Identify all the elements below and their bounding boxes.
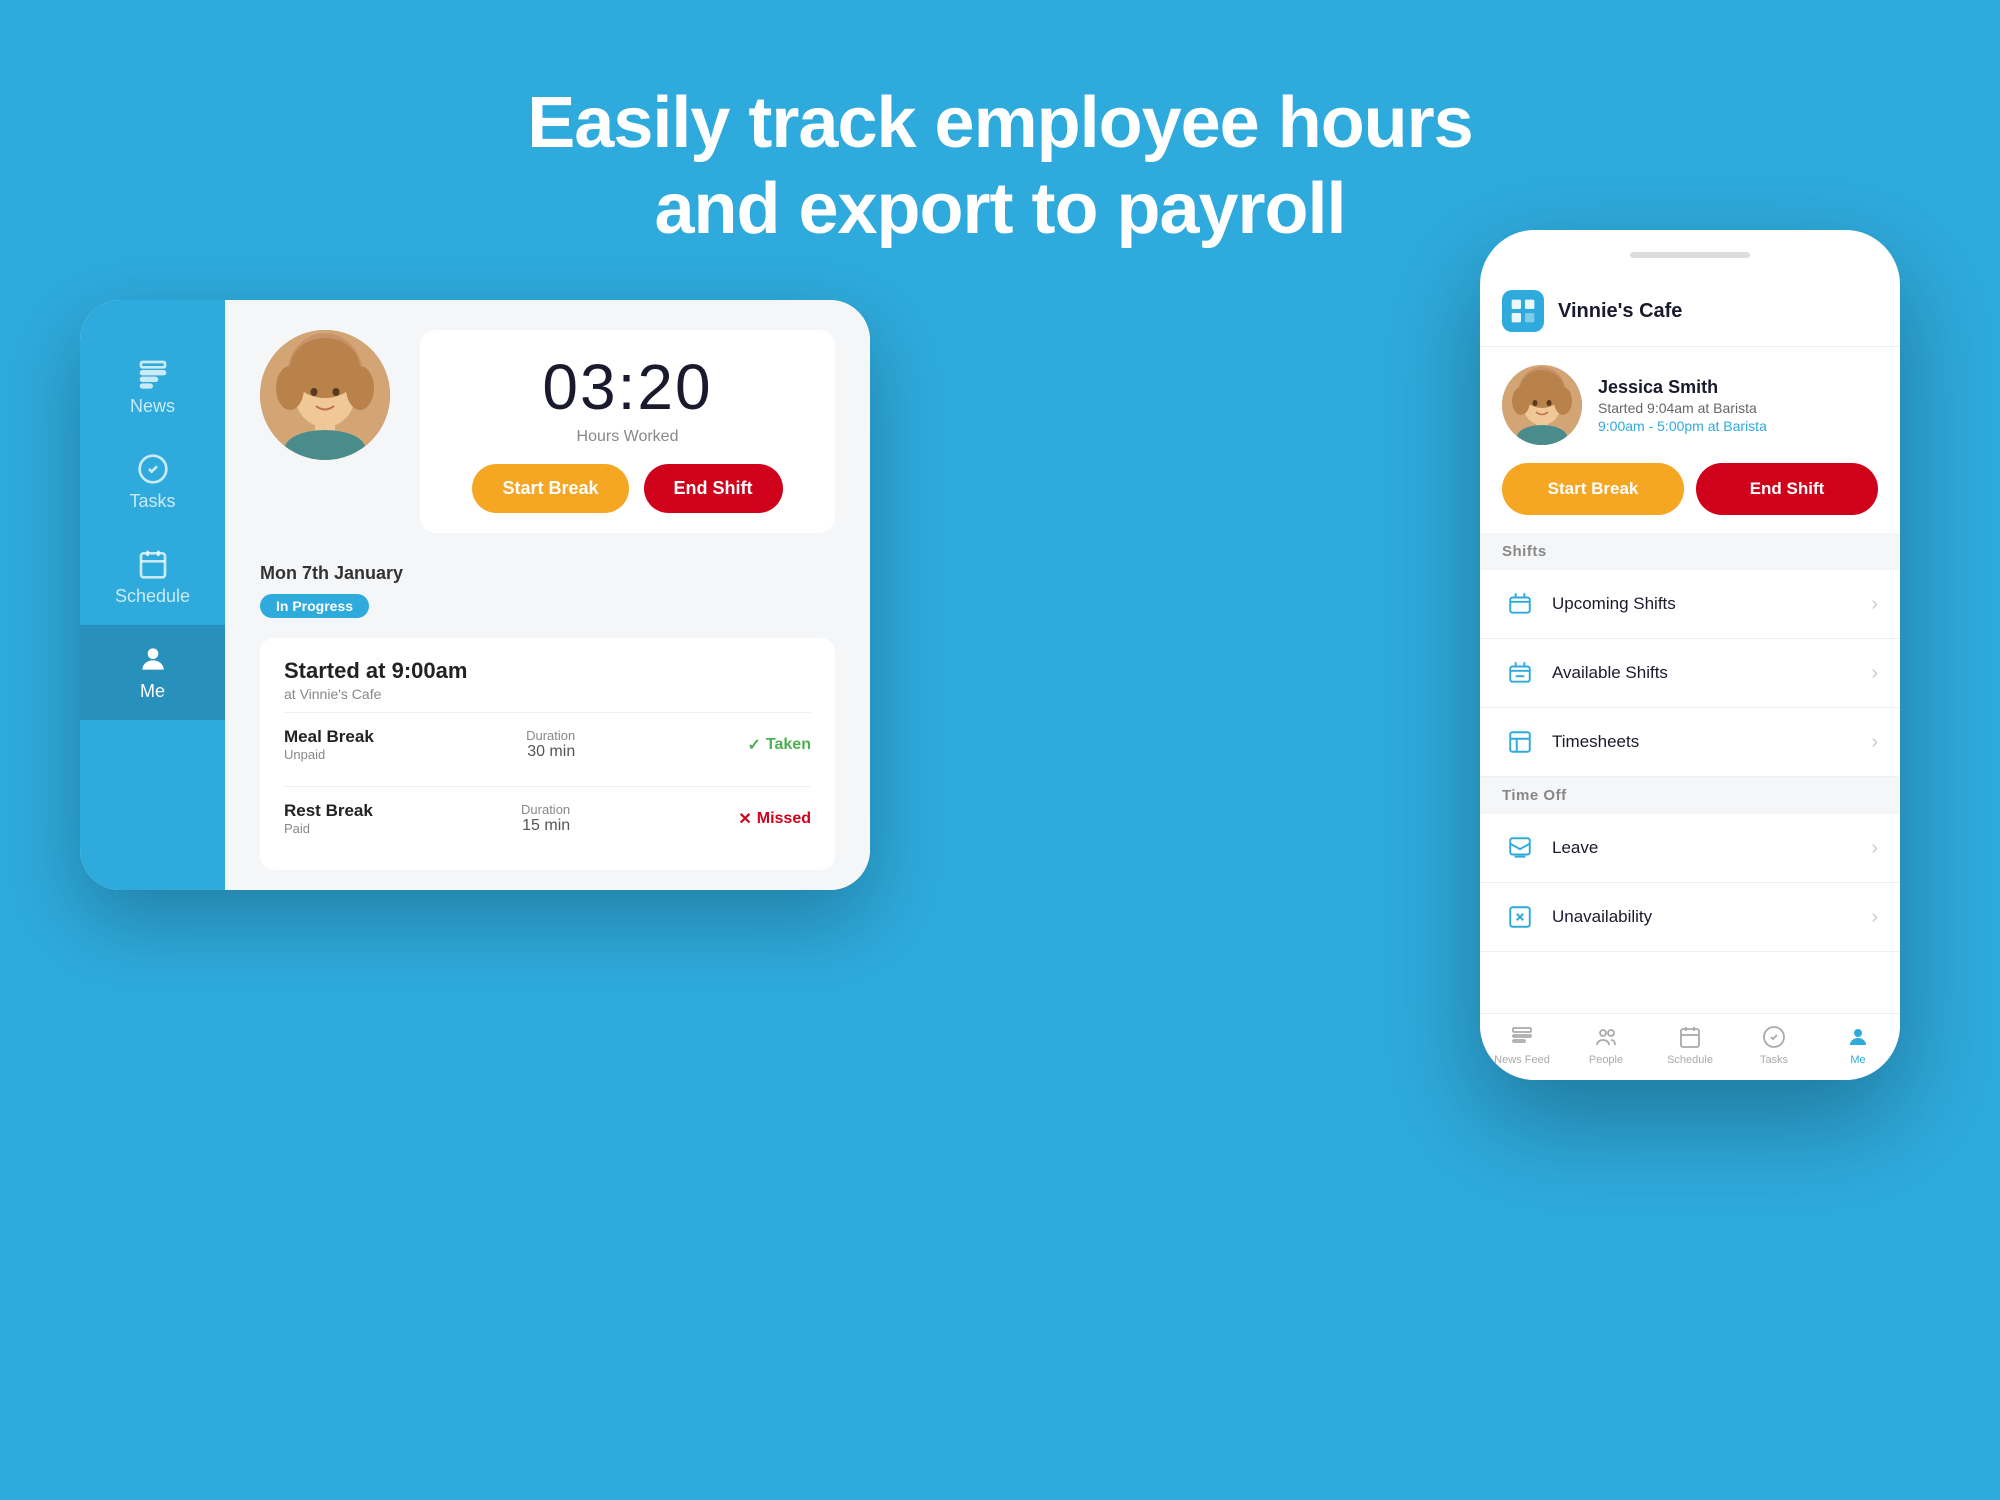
unavailability-icon — [1502, 899, 1538, 935]
leave-icon — [1502, 830, 1538, 866]
tasks-icon — [137, 453, 169, 485]
sidebar-item-tasks-label: Tasks — [129, 491, 175, 512]
tablet-sidebar: News Tasks Schedule Me — [80, 300, 225, 890]
logo-icon — [1509, 297, 1537, 325]
phone-menu-item-timesheets[interactable]: Timesheets › — [1480, 708, 1900, 777]
avatar-illustration — [260, 330, 390, 460]
nav-people-label: People — [1589, 1054, 1623, 1066]
upcoming-shifts-icon — [1502, 586, 1538, 622]
meal-break-duration-label: Duration — [526, 728, 575, 743]
meal-break-row: Meal Break Unpaid Duration 30 min ✓ Take… — [284, 712, 811, 776]
news-icon — [137, 358, 169, 390]
upcoming-shifts-chevron: › — [1871, 593, 1878, 616]
phone-start-break-button[interactable]: Start Break — [1502, 463, 1684, 515]
phone-avatar-illustration — [1502, 365, 1582, 445]
cafe-name: Vinnie's Cafe — [1558, 300, 1682, 323]
hours-card: 03:20 Hours Worked Start Break End Shift — [420, 330, 835, 533]
phone-user-info: Jessica Smith Started 9:04am at Barista … — [1598, 377, 1878, 434]
avatar — [260, 330, 390, 460]
news-feed-nav-icon — [1509, 1024, 1535, 1050]
leave-chevron: › — [1871, 837, 1878, 860]
headline: Easily track employee hours and export t… — [0, 0, 2000, 253]
timesheets-chevron: › — [1871, 731, 1878, 754]
meal-break-type: Unpaid — [284, 747, 374, 762]
phone-bottom-nav: News Feed People — [1480, 1013, 1900, 1080]
me-icon — [137, 643, 169, 675]
me-nav-icon — [1845, 1024, 1871, 1050]
end-shift-button[interactable]: End Shift — [644, 464, 783, 513]
unavailability-chevron: › — [1871, 906, 1878, 929]
nav-item-me[interactable]: Me — [1816, 1024, 1900, 1066]
meal-break-name: Meal Break — [284, 727, 374, 747]
people-nav-icon — [1593, 1024, 1619, 1050]
sidebar-item-me-label: Me — [140, 681, 165, 702]
timesheets-label: Timesheets — [1552, 732, 1857, 752]
leave-label: Leave — [1552, 838, 1857, 858]
rest-break-duration-value: 15 min — [521, 817, 570, 835]
available-shifts-label: Available Shifts — [1552, 663, 1857, 683]
phone-header: Vinnie's Cafe — [1480, 280, 1900, 347]
shift-info-card: Started at 9:00am at Vinnie's Cafe Meal … — [260, 638, 835, 870]
nav-tasks-label: Tasks — [1760, 1054, 1788, 1066]
phone-device: Vinnie's Cafe Jessica Smith Started 9:04… — [1480, 230, 1900, 1080]
timesheets-icon — [1502, 724, 1538, 760]
upcoming-shifts-label: Upcoming Shifts — [1552, 594, 1857, 614]
phone-menu-item-leave[interactable]: Leave › — [1480, 814, 1900, 883]
nav-me-label: Me — [1850, 1054, 1865, 1066]
time-off-section-header: Time Off — [1480, 777, 1900, 814]
sidebar-item-news[interactable]: News — [80, 340, 225, 435]
location: at Vinnie's Cafe — [284, 686, 811, 702]
rest-break-name: Rest Break — [284, 801, 373, 821]
nav-schedule-label: Schedule — [1667, 1054, 1713, 1066]
sidebar-item-me[interactable]: Me — [80, 625, 225, 720]
headline-line1: Easily track employee hours — [0, 80, 2000, 166]
missed-x-icon: ✕ — [738, 809, 751, 829]
phone-menu-item-upcoming-shifts[interactable]: Upcoming Shifts › — [1480, 570, 1900, 639]
in-progress-badge: In Progress — [260, 594, 369, 618]
sidebar-item-schedule[interactable]: Schedule — [80, 530, 225, 625]
phone-avatar — [1502, 365, 1582, 445]
schedule-icon — [137, 548, 169, 580]
available-shifts-chevron: › — [1871, 662, 1878, 685]
rest-break-row: Rest Break Paid Duration 15 min ✕ Missed — [284, 786, 811, 850]
phone-notch-area — [1480, 230, 1900, 280]
tablet-main: 03:20 Hours Worked Start Break End Shift… — [225, 300, 870, 890]
phone-menu-item-unavailability[interactable]: Unavailability › — [1480, 883, 1900, 952]
meal-break-status: ✓ Taken — [748, 735, 811, 755]
available-shifts-icon — [1502, 655, 1538, 691]
phone-user-shift-time: 9:00am - 5:00pm at Barista — [1598, 418, 1878, 434]
nav-news-feed-label: News Feed — [1494, 1054, 1550, 1066]
nav-item-tasks[interactable]: Tasks — [1732, 1024, 1816, 1066]
sidebar-item-schedule-label: Schedule — [115, 586, 190, 607]
meal-break-duration-value: 30 min — [526, 743, 575, 761]
rest-break-status: ✕ Missed — [738, 809, 811, 829]
nav-item-people[interactable]: People — [1564, 1024, 1648, 1066]
schedule-nav-icon — [1677, 1024, 1703, 1050]
hours-time: 03:20 — [542, 350, 712, 424]
phone-profile-section: Jessica Smith Started 9:04am at Barista … — [1480, 347, 1900, 463]
rest-break-duration-label: Duration — [521, 802, 570, 817]
sidebar-item-news-label: News — [130, 396, 175, 417]
shift-date: Mon 7th January — [260, 563, 835, 584]
phone-action-buttons: Start Break End Shift — [1480, 463, 1900, 533]
app-logo — [1502, 290, 1544, 332]
tasks-nav-icon — [1761, 1024, 1787, 1050]
phone-menu-item-available-shifts[interactable]: Available Shifts › — [1480, 639, 1900, 708]
rest-break-type: Paid — [284, 821, 373, 836]
hours-label: Hours Worked — [577, 428, 679, 446]
nav-item-news-feed[interactable]: News Feed — [1480, 1024, 1564, 1066]
started-at: Started at 9:00am — [284, 658, 811, 684]
taken-check-icon: ✓ — [748, 735, 761, 755]
nav-item-schedule[interactable]: Schedule — [1648, 1024, 1732, 1066]
phone-user-started: Started 9:04am at Barista — [1598, 400, 1878, 416]
phone-end-shift-button[interactable]: End Shift — [1696, 463, 1878, 515]
tablet-device: News Tasks Schedule Me — [80, 300, 870, 890]
unavailability-label: Unavailability — [1552, 907, 1857, 927]
phone-user-name: Jessica Smith — [1598, 377, 1878, 398]
sidebar-item-tasks[interactable]: Tasks — [80, 435, 225, 530]
start-break-button[interactable]: Start Break — [472, 464, 628, 513]
phone-notch — [1630, 252, 1750, 258]
shifts-section-header: Shifts — [1480, 533, 1900, 570]
